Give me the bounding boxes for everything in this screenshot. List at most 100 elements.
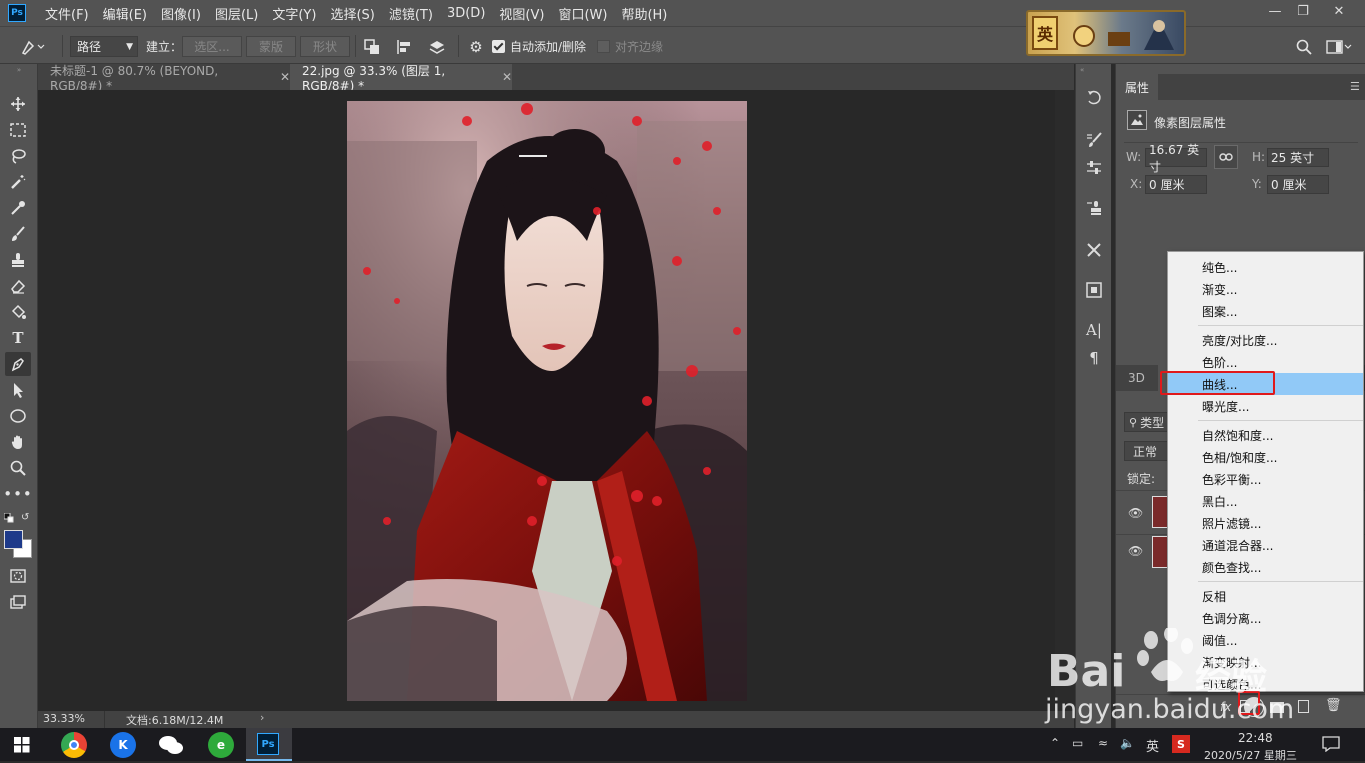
- align-edges-checkbox[interactable]: 对齐边缘: [597, 36, 663, 57]
- menu-item-hue-saturation[interactable]: 色相/饱和度...: [1168, 446, 1363, 468]
- ime-indicator[interactable]: 英: [1146, 736, 1159, 755]
- eye-visibility-icon[interactable]: 👁: [1128, 544, 1143, 558]
- tab-3d[interactable]: 3D: [1128, 371, 1145, 385]
- menu-3d[interactable]: 3D(D): [440, 6, 492, 21]
- menu-file[interactable]: 文件(F): [38, 4, 96, 23]
- link-icon[interactable]: [1214, 145, 1238, 169]
- ellipse-tool-icon[interactable]: [5, 404, 31, 428]
- marquee-tool-icon[interactable]: [5, 118, 31, 142]
- menu-item-black-white[interactable]: 黑白...: [1168, 490, 1363, 512]
- menu-item-channel-mixer[interactable]: 通道混合器...: [1168, 534, 1363, 556]
- menu-image[interactable]: 图像(I): [154, 4, 208, 23]
- tab-untitled-1[interactable]: 未标题-1 @ 80.7% (BEYOND, RGB/8#) * ✕: [38, 64, 290, 93]
- menu-item-selective-color[interactable]: 可选颜色...: [1168, 673, 1363, 695]
- game-banner-image[interactable]: 英: [1026, 10, 1186, 56]
- menu-edit[interactable]: 编辑(E): [96, 4, 154, 23]
- eye-visibility-icon[interactable]: 👁: [1128, 506, 1143, 520]
- type-tool-icon[interactable]: T: [5, 326, 31, 350]
- paragraph-icon[interactable]: ¶: [1084, 348, 1104, 368]
- default-colors-icon[interactable]: [3, 512, 14, 523]
- zoom-level[interactable]: 33.33%: [43, 712, 85, 725]
- history-icon[interactable]: [1084, 88, 1104, 108]
- quick-mask-icon[interactable]: [5, 564, 31, 588]
- eyedropper-tool-icon[interactable]: [5, 196, 31, 220]
- brush-tool-icon[interactable]: [5, 222, 31, 246]
- hand-tool-icon[interactable]: [5, 430, 31, 454]
- magic-wand-tool-icon[interactable]: [5, 170, 31, 194]
- menu-item-gradient-map[interactable]: 渐变映射...: [1168, 651, 1363, 673]
- photoshop-logo-icon[interactable]: Ps: [8, 4, 26, 22]
- search-icon[interactable]: [1294, 36, 1314, 57]
- fx-icon[interactable]: fx: [1220, 700, 1231, 714]
- pen-tool-icon[interactable]: [5, 352, 31, 376]
- tab-22-jpg[interactable]: 22.jpg @ 33.3% (图层 1, RGB/8#) * ✕: [290, 64, 512, 93]
- menu-item-color-lookup[interactable]: 颜色查找...: [1168, 556, 1363, 578]
- paint-bucket-tool-icon[interactable]: [5, 300, 31, 324]
- workspace-switcher-icon[interactable]: [1324, 36, 1354, 57]
- menu-item-threshold[interactable]: 阈值...: [1168, 629, 1363, 651]
- path-selection-tool-icon[interactable]: [5, 378, 31, 402]
- menu-item-invert[interactable]: 反相: [1168, 585, 1363, 607]
- new-layer-icon[interactable]: [1298, 700, 1309, 713]
- close-tab-icon[interactable]: ✕: [502, 70, 512, 84]
- notification-icon[interactable]: [1322, 736, 1340, 755]
- windows-start-icon[interactable]: [14, 737, 30, 756]
- tab-properties[interactable]: 属性: [1116, 74, 1158, 100]
- more-tools-icon[interactable]: •••: [3, 482, 32, 506]
- auto-add-delete-checkbox[interactable]: 自动添加/删除: [492, 36, 586, 57]
- 360-browser-icon[interactable]: e: [208, 732, 234, 758]
- menu-item-exposure[interactable]: 曝光度...: [1168, 395, 1363, 417]
- stamp-tool-icon[interactable]: [5, 248, 31, 272]
- adjust-sliders-icon[interactable]: [1084, 158, 1104, 178]
- trash-icon[interactable]: 🗑: [1325, 698, 1342, 713]
- eraser-tool-icon[interactable]: [5, 274, 31, 298]
- close-icon[interactable]: ✕: [1322, 0, 1356, 22]
- menu-item-pattern[interactable]: 图案...: [1168, 300, 1363, 322]
- menu-layer[interactable]: 图层(L): [208, 4, 265, 23]
- zoom-tool-icon[interactable]: [5, 456, 31, 480]
- make-mask-button[interactable]: 蒙版: [246, 36, 296, 57]
- battery-icon[interactable]: ▭: [1072, 736, 1083, 750]
- brush-settings-icon[interactable]: [1084, 130, 1104, 150]
- make-shape-button[interactable]: 形状: [300, 36, 350, 57]
- panel-menu-icon[interactable]: ☰: [1350, 80, 1360, 93]
- menu-item-color-balance[interactable]: 色彩平衡...: [1168, 468, 1363, 490]
- menu-item-gradient[interactable]: 渐变...: [1168, 278, 1363, 300]
- menu-item-brightness-contrast[interactable]: 亮度/对比度...: [1168, 329, 1363, 351]
- chrome-icon[interactable]: [61, 732, 87, 758]
- collapse-arrows-icon[interactable]: »: [4, 66, 34, 74]
- status-menu-arrow-icon[interactable]: ›: [260, 711, 264, 724]
- menu-filter[interactable]: 滤镜(T): [382, 4, 440, 23]
- width-field[interactable]: 16.67 英寸: [1145, 143, 1207, 174]
- wifi-icon[interactable]: ≈: [1098, 736, 1108, 750]
- collapse-arrows-icon[interactable]: «: [1080, 66, 1084, 74]
- y-field[interactable]: 0 厘米: [1267, 175, 1329, 194]
- close-tab-icon[interactable]: ✕: [280, 70, 290, 84]
- screen-mode-icon[interactable]: [5, 590, 31, 614]
- path-alignment-icon[interactable]: [394, 36, 414, 57]
- clock-time[interactable]: 22:48: [1238, 731, 1273, 745]
- lasso-tool-icon[interactable]: [5, 144, 31, 168]
- document-image[interactable]: [347, 101, 747, 701]
- gear-icon[interactable]: ⚙: [466, 36, 486, 57]
- volume-icon[interactable]: 🔈: [1120, 736, 1135, 750]
- swap-colors-icon[interactable]: ↺: [21, 512, 29, 523]
- menu-item-photo-filter[interactable]: 照片滤镜...: [1168, 512, 1363, 534]
- foreground-color-swatch[interactable]: [4, 530, 23, 549]
- path-operations-icon[interactable]: [362, 36, 382, 57]
- kugou-music-icon[interactable]: K: [110, 732, 136, 758]
- make-selection-button[interactable]: 选区...: [182, 36, 242, 57]
- menu-item-posterize[interactable]: 色调分离...: [1168, 607, 1363, 629]
- character-icon[interactable]: A|: [1084, 320, 1104, 340]
- menu-window[interactable]: 窗口(W): [551, 4, 614, 23]
- height-field[interactable]: 25 英寸: [1267, 148, 1329, 167]
- x-field[interactable]: 0 厘米: [1145, 175, 1207, 194]
- sogou-input-icon[interactable]: S: [1172, 735, 1190, 753]
- menu-select[interactable]: 选择(S): [323, 4, 381, 23]
- clone-source-icon[interactable]: [1084, 198, 1104, 218]
- new-group-icon[interactable]: [1270, 702, 1284, 713]
- taskbar-photoshop-active[interactable]: Ps: [246, 728, 292, 761]
- menu-type[interactable]: 文字(Y): [265, 4, 323, 23]
- restore-icon[interactable]: ❐: [1286, 0, 1320, 22]
- menu-item-levels[interactable]: 色阶...: [1168, 351, 1363, 373]
